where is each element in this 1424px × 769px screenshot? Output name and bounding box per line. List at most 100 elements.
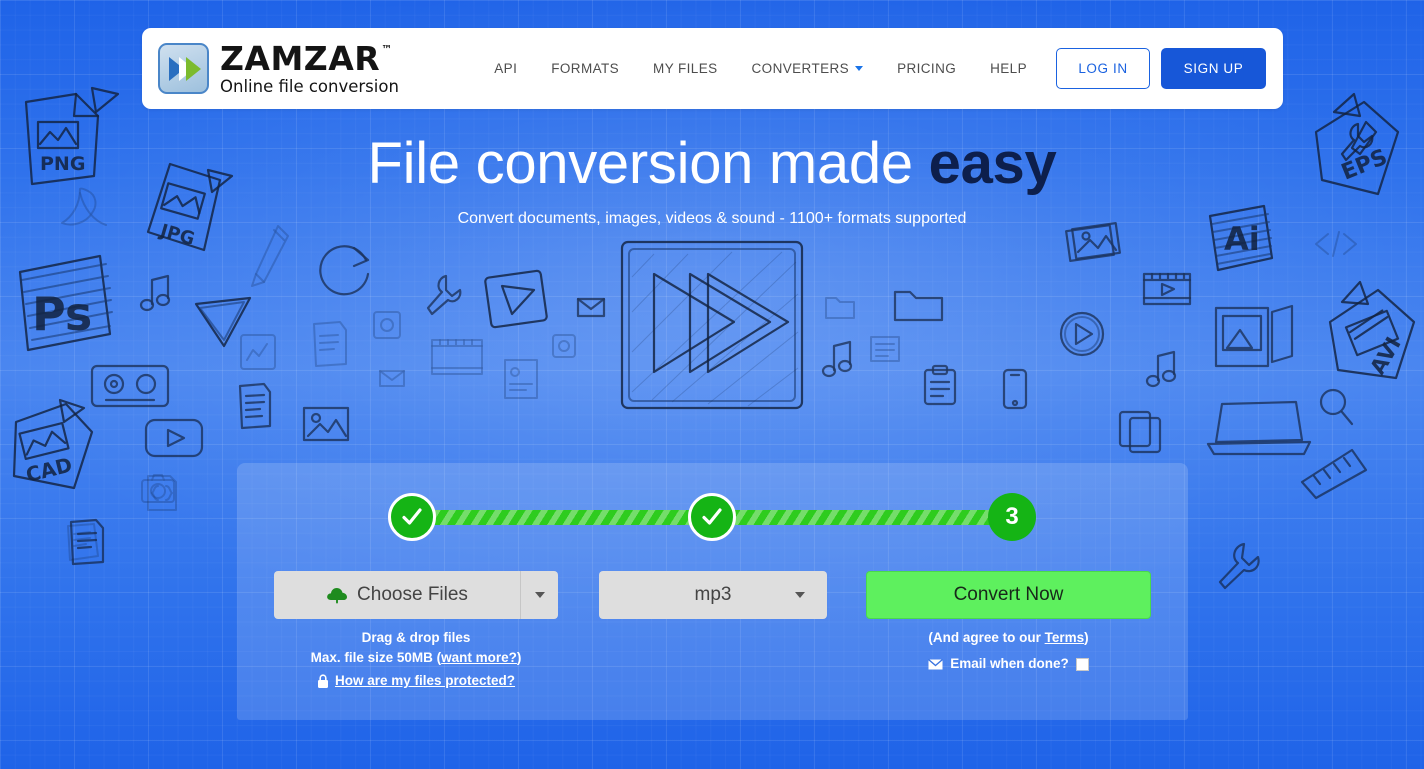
svg-text:Ps: Ps	[32, 287, 92, 341]
hero-section: File conversion made easy Convert docume…	[0, 132, 1424, 228]
nav-my-files-label: MY FILES	[653, 61, 718, 76]
chevron-down-icon	[855, 66, 864, 71]
doodle-card-icon	[504, 359, 538, 399]
doodle-page-doc-icon	[69, 518, 105, 566]
site-header: ZAMZAR ™ Online file conversion API FORM…	[142, 28, 1283, 109]
login-button[interactable]: LOG IN	[1056, 48, 1150, 89]
choose-files-button[interactable]: Choose Files	[274, 571, 558, 619]
doodle-laptop-icon	[1206, 400, 1312, 456]
svg-text:CAD: CAD	[23, 452, 74, 487]
choose-files-main[interactable]: Choose Files	[274, 571, 520, 619]
doodle-music-note-icon-2	[821, 340, 853, 378]
doodle-music-note-icon-3	[1145, 350, 1177, 388]
doodle-folder-icon-2	[893, 290, 944, 322]
doodle-ruler-icon	[1300, 448, 1368, 500]
caret-down-icon	[534, 592, 545, 598]
terms-suffix: )	[1084, 630, 1089, 645]
brand-name-row: ZAMZAR ™	[220, 42, 399, 75]
choose-files-label: Choose Files	[357, 584, 468, 605]
nav-pricing[interactable]: PRICING	[880, 51, 973, 86]
nav-api[interactable]: API	[477, 51, 534, 86]
output-format-value: mp3	[694, 584, 732, 605]
page-title: File conversion made easy	[0, 132, 1424, 196]
output-format-select[interactable]: mp3	[599, 571, 827, 619]
doodle-png-corner	[90, 86, 120, 114]
doodle-wrench-icon-2	[1218, 542, 1260, 590]
step-2-complete[interactable]	[688, 493, 736, 541]
doodle-avi-file: AVI	[1328, 288, 1416, 380]
doodle-envelope-icon	[576, 297, 606, 318]
doodle-eps-corner	[1332, 92, 1362, 118]
email-when-done-label: Email when done?	[950, 656, 1069, 671]
want-more-link[interactable]: want more?	[441, 650, 517, 665]
doodle-play-triangle	[194, 296, 252, 348]
files-protected-row: How are my files protected?	[274, 671, 558, 691]
check-icon	[402, 508, 422, 525]
page-title-plain: File conversion made	[367, 131, 929, 196]
nav-api-label: API	[494, 61, 518, 76]
doodle-video-file-icon	[484, 269, 548, 329]
doodle-music-note-icon	[139, 274, 171, 312]
main-navigation: API FORMATS MY FILES CONVERTERS PRICING …	[477, 48, 1266, 89]
lock-icon	[317, 673, 328, 688]
brand-name: ZAMZAR	[220, 38, 381, 78]
check-icon	[702, 508, 722, 525]
signup-button[interactable]: SIGN UP	[1161, 48, 1266, 89]
nav-pricing-label: PRICING	[897, 61, 957, 76]
convert-helper-text: (And agree to our Terms) Email when done…	[866, 628, 1151, 674]
nav-formats-label: FORMATS	[551, 61, 620, 76]
doodle-film-icon-2	[1142, 272, 1192, 306]
terms-prefix: (And agree to our	[928, 630, 1045, 645]
drag-drop-text: Drag & drop files	[361, 630, 471, 645]
nav-my-files[interactable]: MY FILES	[636, 51, 734, 86]
page-subtitle: Convert documents, images, videos & soun…	[457, 209, 967, 227]
doodle-refresh-icon	[319, 245, 370, 296]
doodle-text-doc-icon	[238, 382, 272, 430]
max-size-prefix: Max. file size 50MB (	[310, 650, 442, 665]
max-size-suffix: )	[516, 650, 522, 665]
doodle-image-icon	[302, 406, 350, 442]
nav-help[interactable]: HELP	[973, 51, 1044, 86]
doodle-envelope-icon-2	[379, 370, 405, 387]
email-when-done-row: Email when done?	[866, 654, 1151, 674]
svg-text:AVI: AVI	[1365, 333, 1405, 379]
convert-now-button[interactable]: Convert Now	[866, 571, 1151, 619]
caret-down-icon	[795, 592, 805, 598]
doodle-wrench-icon	[426, 274, 462, 316]
envelope-icon	[928, 658, 944, 669]
nav-help-label: HELP	[990, 61, 1027, 76]
nav-converters[interactable]: CONVERTERS	[735, 51, 881, 86]
page-root: PNG JPG Ps CAD Ai EPS AVI ZAMZAR ™ Onlin…	[0, 0, 1424, 769]
hero-fast-forward-sketch	[620, 240, 804, 410]
email-when-done-checkbox[interactable]	[1075, 657, 1089, 671]
doodle-clipboard-icon-2	[923, 364, 957, 406]
upload-helper-text: Drag & drop files Max. file size 50MB (w…	[274, 628, 558, 691]
page-title-emphasis: easy	[928, 131, 1057, 196]
doodle-camera-icon	[141, 474, 175, 503]
doodle-cad-file: CAD	[12, 402, 94, 490]
doodle-play-circle-icon	[1059, 311, 1105, 357]
step-1-complete[interactable]	[388, 493, 436, 541]
max-size-text: Max. file size 50MB (want more?)	[274, 648, 558, 668]
doodle-avi-corner	[1340, 280, 1370, 306]
step-3-label: 3	[1005, 503, 1019, 530]
doodle-cad-corner	[58, 398, 86, 424]
step-3-current[interactable]: 3	[988, 493, 1036, 541]
doodle-cassette-icon	[90, 364, 170, 408]
doodle-clipboard-icon	[870, 336, 900, 362]
terms-text: (And agree to our Terms)	[866, 628, 1151, 648]
choose-files-dropdown-toggle[interactable]	[520, 571, 558, 619]
nav-formats[interactable]: FORMATS	[534, 51, 636, 86]
doodle-ps-file: Ps	[18, 254, 113, 352]
doodle-clipboard-icon-3	[1118, 410, 1162, 454]
cloud-upload-icon	[327, 588, 348, 604]
doodle-code-icon	[1315, 231, 1357, 257]
files-protected-link[interactable]: How are my files protected?	[335, 671, 515, 691]
doodle-video-play-box	[144, 418, 204, 458]
terms-link[interactable]: Terms	[1045, 630, 1085, 645]
doodle-gear-icon	[373, 311, 401, 339]
doodle-picture-frame-icon	[1214, 304, 1294, 368]
brand-logo[interactable]: ZAMZAR ™ Online file conversion	[158, 42, 399, 96]
doodle-film-icon	[431, 339, 483, 375]
doodle-folder-icon	[825, 297, 855, 319]
